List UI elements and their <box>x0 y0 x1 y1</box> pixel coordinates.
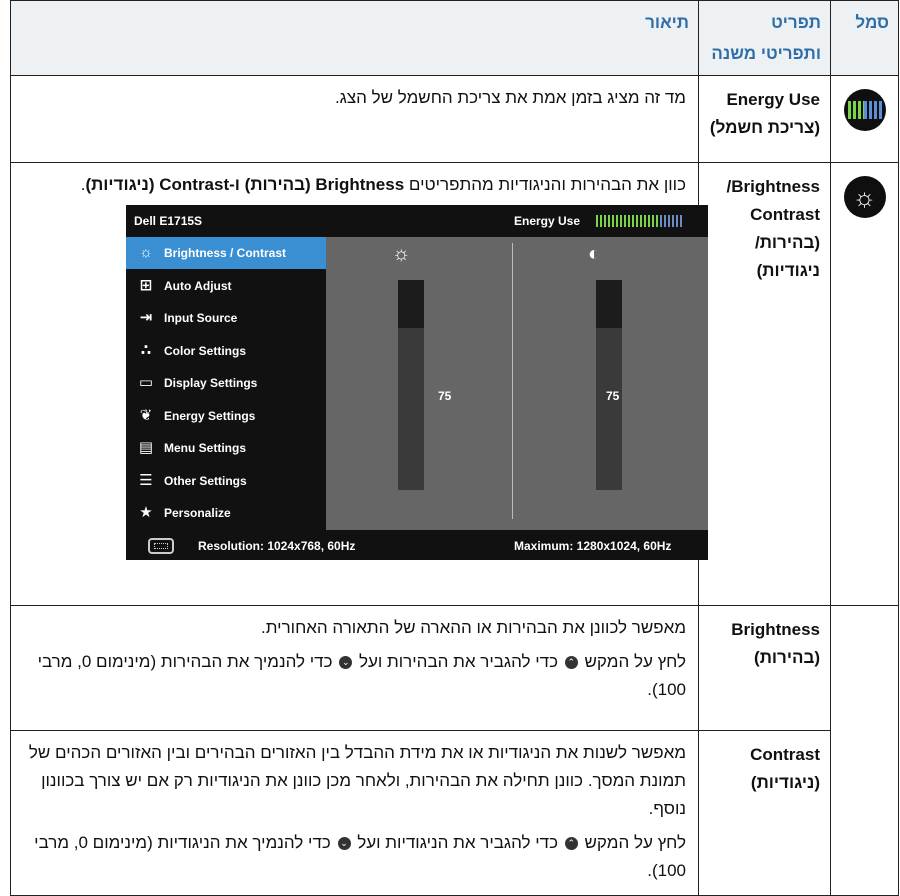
table-row-brightness-contrast: ☼ Brightness/Contrast (בהירות/ניגודיות) … <box>10 162 899 606</box>
auto-adjust-icon: ⊞ <box>139 276 153 294</box>
sun-icon: ☼ <box>843 176 886 218</box>
vga-connector-icon <box>148 538 174 554</box>
contrast-value: 75 <box>606 389 620 403</box>
down-key-icon: ⌄ <box>339 656 353 670</box>
osd-menu-item-other-settings[interactable]: ☰ Other Settings <box>126 465 326 497</box>
osd-menu-item-menu-settings[interactable]: ▤ Menu Settings <box>126 432 326 464</box>
up-key-icon: ⌃ <box>564 656 578 670</box>
bc-desc-cell: כוון את הבהירות והניגודיות מהתפריטים Bri… <box>10 162 708 606</box>
energy-icon-cell <box>830 75 899 163</box>
brightness-value: 75 <box>438 389 452 403</box>
header-item: תפריט ותפריטי משנה <box>698 0 831 76</box>
osd-menu-label: Color Settings <box>164 343 247 358</box>
down-key-icon: ⌄ <box>337 837 351 851</box>
osd-energy-label: Energy Use <box>514 214 581 228</box>
osd-menu-label: Other Settings <box>164 473 247 488</box>
header-icon: סמל <box>830 0 899 76</box>
table-header-row: סמל תפריט ותפריטי משנה תיאור <box>10 0 899 76</box>
empty-icon-cell <box>830 605 899 896</box>
osd-menu-label: Brightness / Contrast <box>164 246 287 260</box>
table-row-energy: Energy Use (צריכת חשמל) מד זה מציג בזמן א… <box>10 75 899 163</box>
osd-menu-label: Energy Settings <box>164 408 256 423</box>
energy-meter-icon <box>843 89 886 131</box>
contrast-instructions: לחץ על המקש ⌃ כדי להגביר את הניגודיות וע… <box>34 833 686 880</box>
display-icon: ▭ <box>138 374 154 391</box>
input-source-icon: ⇥ <box>139 309 153 326</box>
osd-model: Dell E1715S <box>134 214 203 228</box>
contrast-name-cell: Contrast (ניגודיות) <box>698 730 831 896</box>
osd-menu-label: Display Settings <box>164 376 258 390</box>
bc-description: כוון את הבהירות והניגודיות מהתפריטים Bri… <box>80 175 686 194</box>
bc-name-cell: Brightness/Contrast (בהירות/ניגודיות) <box>698 162 831 606</box>
brightness-description: מאפשר לכוונן את הבהירות או ההארה של התאו… <box>261 618 686 637</box>
osd-menu-label: Input Source <box>164 311 238 325</box>
contrast-slider[interactable] <box>596 280 622 490</box>
brightness-slider[interactable] <box>398 280 424 490</box>
menu-description-table: סמל תפריט ותפריטי משנה תיאור Energy Use(… <box>10 0 899 896</box>
osd-menu-item-energy-settings[interactable]: ❦ Energy Settings <box>126 400 326 432</box>
brightness-desc-cell: מאפשר לכוונן את הבהירות או ההארה של התאו… <box>10 605 699 731</box>
osd-menu-item-personalize[interactable]: ★ Personalize <box>126 497 326 529</box>
contrast-icon: ◐ <box>588 243 601 265</box>
brightness-instructions: לחץ על המקש ⌃ כדי להגביר את הבהירות ועל … <box>37 652 686 699</box>
document-page: סמל תפריט ותפריטי משנה תיאור Energy Use(… <box>0 0 900 896</box>
osd-menu-label: Auto Adjust <box>164 278 232 293</box>
osd-menu-item-input-source[interactable]: ⇥ Input Source <box>126 302 326 334</box>
table-row-contrast: Contrast (ניגודיות) מאפשר לשנות את הניגוד… <box>10 730 899 896</box>
up-key-icon: ⌃ <box>564 837 578 851</box>
osd-window: Dell E1715S Energy Use ☼ Brightness / Con… <box>126 205 708 560</box>
osd-menu-label: Personalize <box>164 506 231 520</box>
osd-status-bar: Resolution: 1024x768, 60Hz Maximum: 1280… <box>126 530 708 560</box>
sun-icon: ☼ <box>139 244 153 261</box>
star-icon: ★ <box>139 504 153 521</box>
osd-resolution: Resolution: 1024x768, 60Hz <box>198 539 356 553</box>
osd-screenshot: Dell E1715S Energy Use ☼ Brightness / Con… <box>126 205 708 560</box>
table-row-brightness: Brightness (בהירות) מאפשר לכוונן את הבהיר… <box>10 605 899 896</box>
contrast-desc-cell: מאפשר לשנות את הניגודיות או את מידת ההבד… <box>10 730 699 896</box>
osd-menu-item-color-settings[interactable]: ∴ Color Settings <box>126 335 326 367</box>
brightness-name-cell: Brightness (בהירות) <box>698 605 831 731</box>
osd-panel: ☼ 75 ◐ 75 <box>326 237 708 530</box>
bc-icon-cell: ☼ <box>830 162 899 606</box>
sliders-icon: ☰ <box>139 471 153 489</box>
osd-energy-meter-icon <box>596 215 682 227</box>
energy-desc-cell: מד זה מציג בזמן אמת את צריכת החשמל של הצ… <box>10 75 699 163</box>
osd-menu-item-display-settings[interactable]: ▭ Display Settings <box>126 367 326 399</box>
menu-icon: ▤ <box>138 439 154 456</box>
contrast-description: מאפשר לשנות את הניגודיות או את מידת ההבד… <box>28 743 686 818</box>
osd-menu-item-brightness-contrast[interactable]: ☼ Brightness / Contrast <box>126 237 326 269</box>
osd-menu: ☼ Brightness / Contrast ⊞ Auto Adjust ⇥ Input… <box>126 237 326 530</box>
osd-menu-item-auto-adjust[interactable]: ⊞ Auto Adjust <box>126 270 326 302</box>
osd-maximum: Maximum: 1280x1024, 60Hz <box>514 539 672 553</box>
energy-name-cell: Energy Use (צריכת חשמל) <box>698 75 831 163</box>
leaf-icon: ❦ <box>139 406 153 424</box>
osd-menu-label: Menu Settings <box>164 441 247 455</box>
panel-divider <box>512 243 513 519</box>
brightness-sun-icon: ☼ <box>392 243 411 265</box>
osd-title-bar: Dell E1715S Energy Use <box>126 205 708 237</box>
color-dots-icon: ∴ <box>140 341 152 359</box>
header-description: תיאור <box>10 0 699 76</box>
